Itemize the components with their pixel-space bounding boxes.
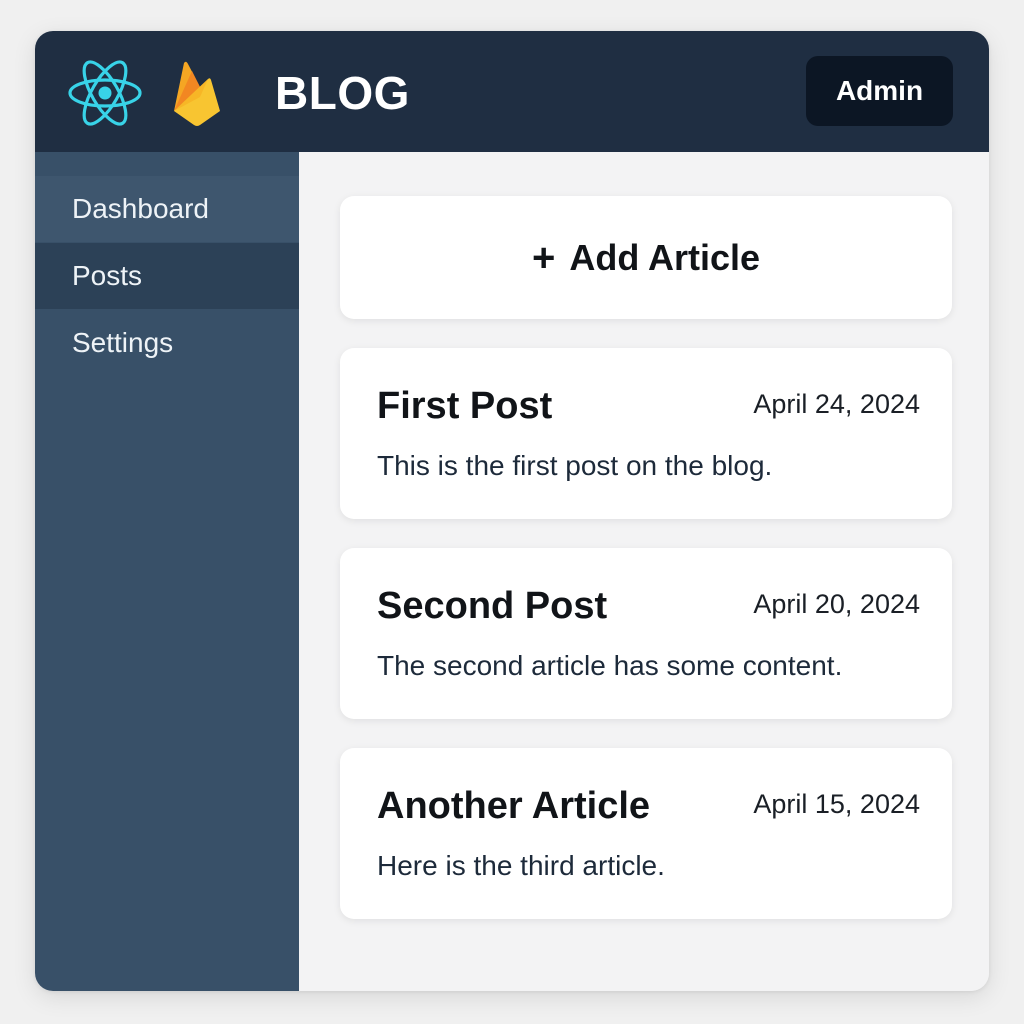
- sidebar-item-dashboard[interactable]: Dashboard: [35, 176, 299, 242]
- post-card[interactable]: Second Post April 20, 2024 The second ar…: [340, 548, 952, 719]
- add-article-button[interactable]: + Add Article: [340, 196, 952, 319]
- post-excerpt: This is the first post on the blog.: [377, 450, 773, 481]
- post-card[interactable]: First Post April 24, 2024 This is the fi…: [340, 348, 952, 519]
- sidebar-item-label: Settings: [72, 327, 174, 358]
- app-header: BLOG Admin: [35, 31, 989, 152]
- main-content: + Add Article First Post April 24, 2024 …: [299, 152, 989, 991]
- sidebar-item-label: Dashboard: [72, 193, 209, 224]
- post-date: April 20, 2024: [753, 589, 920, 619]
- post-excerpt: The second article has some content.: [377, 650, 843, 681]
- brand-title: BLOG: [275, 67, 410, 119]
- add-article-label: Add Article: [569, 236, 761, 278]
- post-title: First Post: [377, 385, 553, 427]
- react-logo-icon: [66, 58, 144, 128]
- app-window: BLOG Admin Dashboard Posts Settings + Ad…: [35, 31, 989, 991]
- sidebar-item-settings[interactable]: Settings: [35, 310, 299, 376]
- post-title: Another Article: [377, 785, 651, 827]
- sidebar-item-label: Posts: [72, 260, 143, 291]
- post-date: April 24, 2024: [753, 389, 920, 419]
- sidebar-item-posts[interactable]: Posts: [35, 243, 299, 309]
- admin-button[interactable]: Admin: [806, 56, 953, 126]
- firebase-logo-icon: [170, 61, 224, 131]
- post-excerpt: Here is the third article.: [377, 850, 665, 881]
- post-date: April 15, 2024: [753, 789, 920, 819]
- sidebar: Dashboard Posts Settings: [35, 152, 299, 991]
- plus-icon: +: [531, 235, 556, 280]
- post-card[interactable]: Another Article April 15, 2024 Here is t…: [340, 748, 952, 919]
- post-title: Second Post: [377, 585, 608, 627]
